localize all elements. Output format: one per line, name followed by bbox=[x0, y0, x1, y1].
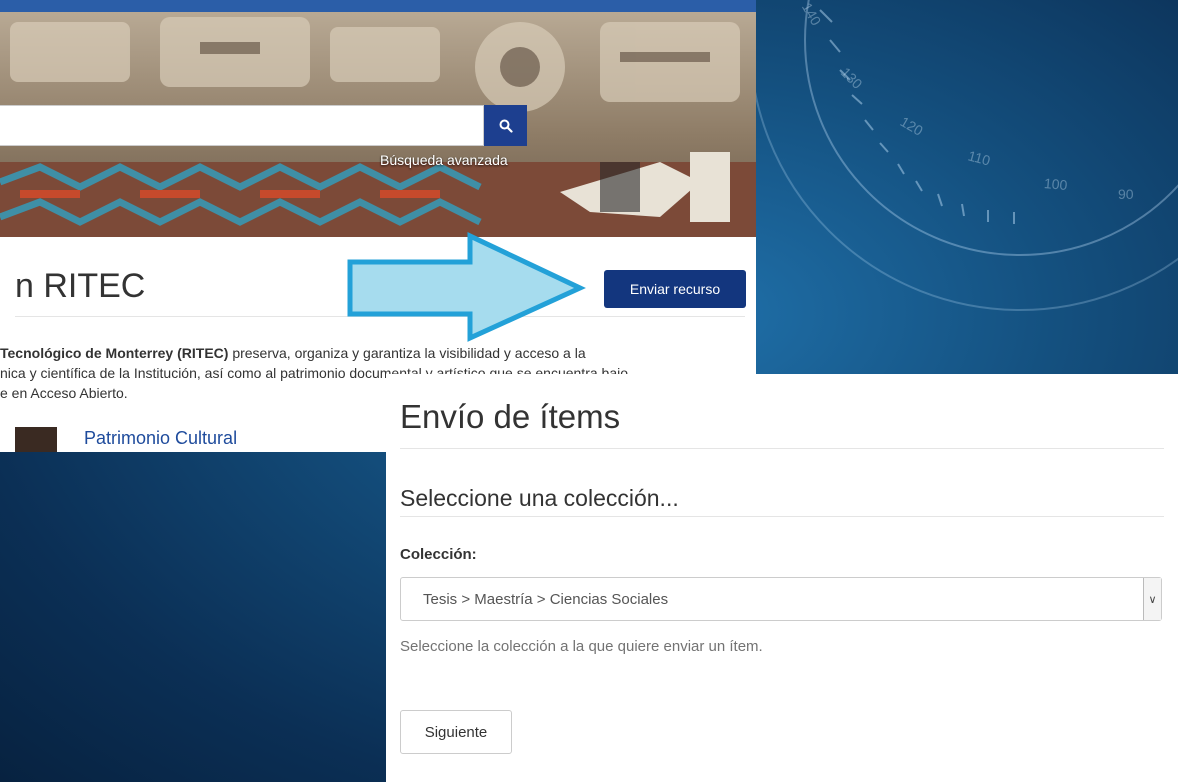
collection-select[interactable]: Tesis > Maestría > Ciencias Sociales ∨ bbox=[400, 577, 1162, 621]
next-button[interactable]: Siguiente bbox=[400, 710, 512, 754]
divider bbox=[15, 316, 745, 317]
divider bbox=[400, 516, 1164, 517]
divider bbox=[400, 448, 1164, 449]
dial-number: 140 bbox=[798, 0, 825, 29]
dial-number: 130 bbox=[837, 64, 866, 92]
dial-number: 90 bbox=[1118, 186, 1134, 202]
submit-resource-button[interactable]: Enviar recurso bbox=[604, 270, 746, 308]
description-line: Tecnológico de Monterrey (RITEC) preserv… bbox=[0, 343, 740, 363]
collection-selected-value: Tesis > Maestría > Ciencias Sociales bbox=[423, 591, 669, 608]
top-nav-bar bbox=[0, 0, 756, 12]
item-submission-screenshot: Envío de ítems Seleccione una colección.… bbox=[386, 374, 1178, 782]
dial-number: 110 bbox=[966, 147, 993, 169]
collection-label: Colección: bbox=[400, 546, 477, 563]
page-title: n RITEC bbox=[15, 267, 146, 305]
background-dial-graphic bbox=[749, 0, 1178, 311]
search-icon bbox=[499, 119, 513, 133]
search-input[interactable] bbox=[0, 105, 484, 146]
select-collection-heading: Seleccione una colección... bbox=[400, 485, 679, 511]
chevron-down-icon[interactable]: ∨ bbox=[1143, 578, 1161, 620]
collection-help-text: Seleccione la colección a la que quiere … bbox=[400, 638, 763, 655]
dial-number: 100 bbox=[1043, 175, 1069, 193]
search-button[interactable] bbox=[484, 105, 527, 146]
submission-title: Envío de ítems bbox=[400, 398, 621, 435]
community-thumbnail bbox=[15, 427, 57, 452]
advanced-search-link[interactable]: Búsqueda avanzada bbox=[380, 152, 508, 168]
description-bold: Tecnológico de Monterrey (RITEC) bbox=[0, 345, 229, 361]
community-link[interactable]: Patrimonio Cultural bbox=[84, 428, 237, 449]
description-text: preserva, organiza y garantiza la visibi… bbox=[228, 345, 586, 361]
dial-number: 120 bbox=[897, 113, 926, 139]
